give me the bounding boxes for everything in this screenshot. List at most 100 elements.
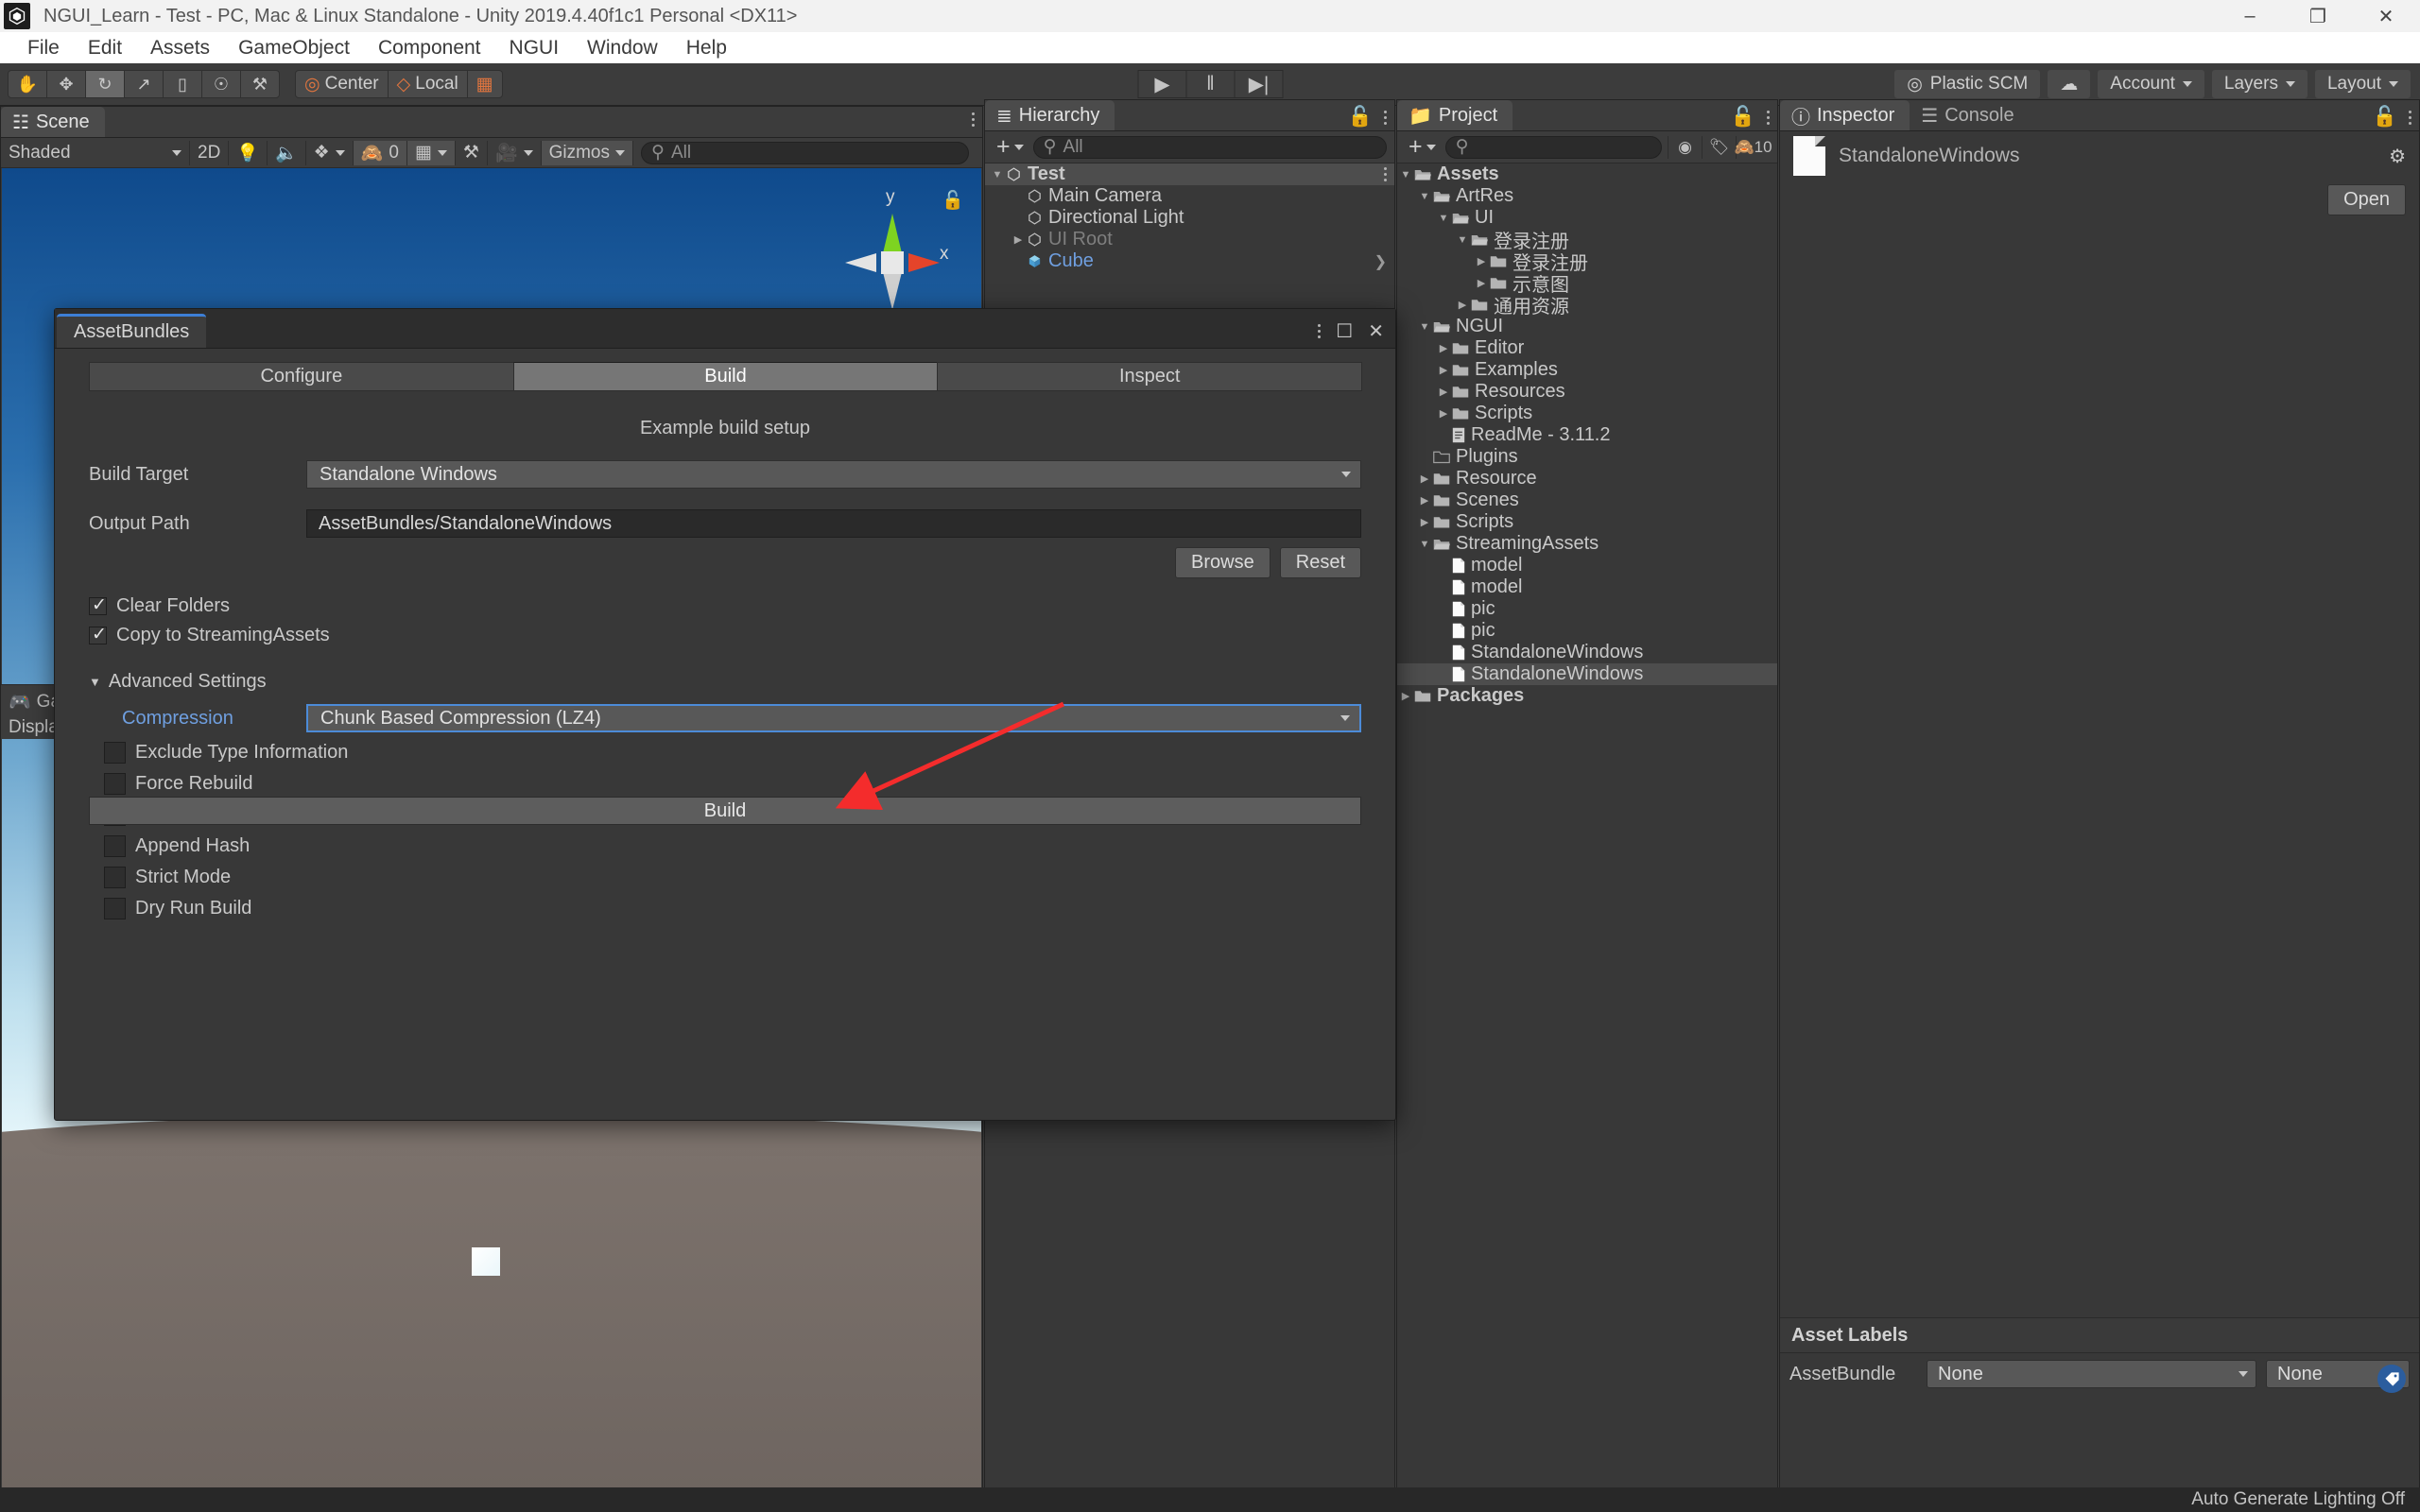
menu-item-help[interactable]: Help (672, 32, 741, 63)
disclosure-triangle-icon[interactable]: ▶ (1437, 342, 1450, 354)
disclosure-triangle-icon[interactable]: ▼ (1456, 234, 1469, 246)
menu-item-window[interactable]: Window (573, 32, 672, 63)
tree-row[interactable]: pic (1397, 598, 1777, 620)
disclosure-triangle-icon[interactable]: ▼ (1418, 321, 1431, 333)
project-visibility-toggle[interactable]: 🙈 10 (1734, 135, 1772, 159)
tree-row[interactable]: ▶ Packages (1397, 685, 1777, 707)
tree-row[interactable]: StandaloneWindows (1397, 663, 1777, 685)
checkbox-dry-run-build[interactable]: Dry Run Build (104, 898, 1361, 919)
tree-row[interactable]: ▶ UI Root (985, 229, 1394, 250)
open-button[interactable]: Open (2327, 183, 2406, 215)
play-button[interactable]: ▶ (1137, 70, 1187, 98)
tab-hierarchy[interactable]: ≣ Hierarchy (985, 100, 1115, 130)
pause-button[interactable]: ‖ (1185, 70, 1236, 98)
menu-item-ngui[interactable]: NGUI (495, 32, 574, 63)
disclosure-triangle-icon[interactable]: ▶ (1437, 407, 1450, 420)
cloud-button[interactable]: ☁ (2048, 70, 2091, 98)
disclosure-triangle-icon[interactable]: ▶ (1437, 386, 1450, 398)
plastic-scm-button[interactable]: ◎ Plastic SCM (1894, 70, 2041, 98)
tree-row[interactable]: ▶ Resource (1397, 468, 1777, 490)
scene-lighting-toggle[interactable]: 💡 (229, 140, 268, 165)
tree-row[interactable]: model (1397, 555, 1777, 576)
pivot-mode-button[interactable]: ◎ Center (295, 70, 389, 98)
disclosure-triangle-icon[interactable]: ▶ (1475, 255, 1488, 267)
disclosure-triangle-icon[interactable]: ▶ (1437, 364, 1450, 376)
account-dropdown[interactable]: Account (2098, 70, 2204, 98)
hierarchy-search-input[interactable]: ⚲ All (1032, 135, 1387, 159)
maximize-button[interactable]: ❐ (2284, 0, 2352, 32)
gizmos-dropdown[interactable]: Gizmos (541, 140, 634, 165)
disclosure-triangle-icon[interactable]: ▼ (1418, 191, 1431, 202)
space-mode-button[interactable]: ◇ Local (387, 70, 468, 98)
tree-row[interactable]: ▶ Examples (1397, 359, 1777, 381)
assetbundle-dropdown[interactable]: None (1927, 1360, 2256, 1388)
scene-cube-object[interactable] (472, 1247, 500, 1276)
gizmo-lock-icon[interactable]: 🔓 (942, 189, 964, 212)
scene-tools-button[interactable]: ⚒ (455, 140, 488, 165)
disclosure-triangle-icon[interactable]: ▶ (1418, 472, 1431, 485)
scene-menu-icon[interactable] (972, 112, 975, 127)
menu-item-gameobject[interactable]: GameObject (224, 32, 364, 63)
output-path-input[interactable]: AssetBundles/StandaloneWindows (306, 509, 1361, 538)
assetbundles-menu-icon[interactable] (1318, 324, 1322, 338)
tree-row[interactable]: ▶ 通用资源 (1397, 294, 1777, 318)
assetbundles-maximize-icon[interactable]: ☐ (1336, 319, 1353, 343)
gear-icon[interactable]: ⚙ (2389, 145, 2406, 168)
tab-assetbundles[interactable]: AssetBundles (57, 314, 207, 348)
label-tag-icon[interactable] (2377, 1365, 2406, 1393)
scene-grid-dropdown[interactable]: ▦ (406, 140, 456, 165)
tab-console[interactable]: ☰ Console (1910, 100, 2030, 130)
layout-dropdown[interactable]: Layout (2314, 70, 2411, 98)
checkbox-append-hash[interactable]: Append Hash (104, 835, 1361, 857)
hierarchy-add-button[interactable]: + (993, 133, 1028, 161)
disclosure-triangle-icon[interactable]: ▼ (1399, 169, 1412, 180)
lock-icon[interactable]: 🔓 (1731, 106, 1755, 129)
tab-scene[interactable]: ☷ Scene (1, 107, 105, 137)
custom-tool-icon[interactable]: ⚒ (240, 70, 280, 98)
tree-row[interactable]: ▶ Scenes (1397, 490, 1777, 511)
assetbundles-close-icon[interactable]: ✕ (1368, 319, 1384, 343)
tree-row[interactable]: ReadMe - 3.11.2 (1397, 424, 1777, 446)
tree-row[interactable]: ▶ Scripts (1397, 403, 1777, 424)
close-button[interactable]: ✕ (2352, 0, 2420, 32)
menu-item-edit[interactable]: Edit (74, 32, 136, 63)
grid-snap-button[interactable]: ▦ (466, 70, 503, 98)
row-menu-icon[interactable] (1384, 167, 1387, 181)
tree-row[interactable]: Cube ❯ (985, 250, 1394, 272)
checkbox-clear-folders[interactable]: Clear Folders (89, 594, 1361, 617)
tab-inspector[interactable]: ⓘ Inspector (1780, 100, 1910, 130)
project-menu-icon[interactable] (1767, 110, 1770, 125)
tree-row[interactable]: ▼ NGUI (1397, 316, 1777, 337)
project-add-button[interactable]: + (1405, 133, 1440, 161)
reset-button[interactable]: Reset (1279, 547, 1361, 578)
tree-row[interactable]: ▶ Scripts (1397, 511, 1777, 533)
disclosure-triangle-icon[interactable]: ▶ (1418, 516, 1431, 528)
lock-icon[interactable]: 🔓 (1348, 106, 1373, 129)
disclosure-triangle-icon[interactable]: ▶ (1011, 233, 1025, 246)
tree-row[interactable]: ▶ Resources (1397, 381, 1777, 403)
checkbox-force-rebuild[interactable]: Force Rebuild (104, 773, 1361, 795)
hierarchy-menu-icon[interactable] (1384, 110, 1387, 125)
tree-row[interactable]: Main Camera (985, 185, 1394, 207)
filter-by-type-icon[interactable]: ◉ (1668, 135, 1702, 159)
tree-row[interactable]: StandaloneWindows (1397, 642, 1777, 663)
filter-by-label-icon[interactable]: 🏷 (1702, 135, 1736, 159)
row-expand-icon[interactable]: ❯ (1374, 252, 1387, 271)
tree-row[interactable]: ▼ Assets (1397, 163, 1777, 185)
scene-audio-toggle[interactable]: 🔈 (267, 140, 306, 165)
checkbox-copy-to-streamingassets[interactable]: Copy to StreamingAssets (89, 624, 1361, 646)
tree-row[interactable]: Plugins (1397, 446, 1777, 468)
browse-button[interactable]: Browse (1175, 547, 1270, 578)
advanced-settings-foldout[interactable]: ▼ Advanced Settings (89, 671, 1361, 693)
tree-row[interactable]: ▶ Editor (1397, 337, 1777, 359)
tree-row[interactable]: ▼ StreamingAssets (1397, 533, 1777, 555)
tree-row[interactable]: ▶ 登录注册 (1397, 250, 1777, 274)
2d-toggle-button[interactable]: 2D (190, 140, 230, 165)
move-tool-icon[interactable]: ✥ (46, 70, 86, 98)
disclosure-triangle-icon[interactable]: ▶ (1399, 690, 1412, 702)
build-button[interactable]: Build (89, 797, 1361, 825)
mode-tab-configure[interactable]: Configure (89, 362, 514, 391)
mode-tab-inspect[interactable]: Inspect (937, 362, 1363, 391)
tree-row[interactable]: ▼ UI (1397, 207, 1777, 229)
transform-tool-icon[interactable]: ☉ (201, 70, 241, 98)
